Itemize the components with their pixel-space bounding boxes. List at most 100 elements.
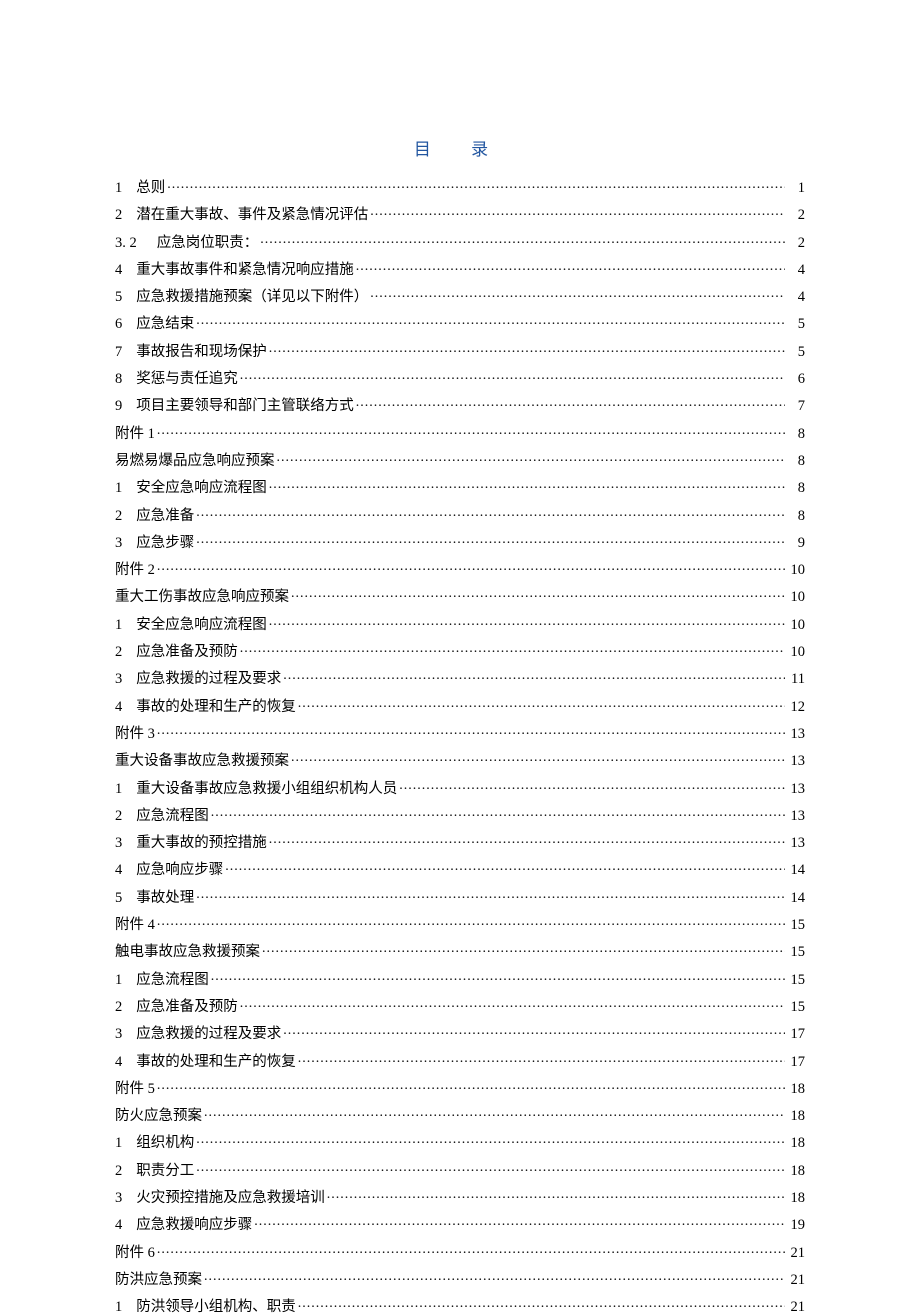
toc-entry-number: 2: [115, 809, 136, 824]
toc-entry-number: 4: [115, 863, 136, 878]
toc-entry: 重大工伤事故应急响应预案 10: [115, 587, 805, 605]
toc-entry-label: 火灾预控措施及应急救援培训: [136, 1191, 325, 1206]
toc-entry-label: 重大工伤事故应急响应预案: [115, 590, 289, 605]
toc-entry-label: 防洪应急预案: [115, 1273, 202, 1288]
toc-leader-dots: [291, 751, 785, 765]
toc-entry: 5事故处理14: [115, 888, 805, 906]
toc-entry: 1重大设备事故应急救援小组组织机构人员 13: [115, 779, 805, 797]
toc-entry: 附件 6 21: [115, 1243, 805, 1261]
toc-entry-page: 8: [787, 481, 805, 496]
toc-leader-dots: [196, 506, 785, 520]
toc-entry-page: 8: [787, 509, 805, 524]
toc-entry: 7事故报告和现场保护5: [115, 342, 805, 360]
toc-entry-page: 5: [787, 345, 805, 360]
toc-entry-label: 安全应急响应流程图: [136, 618, 267, 633]
toc-leader-dots: [225, 860, 785, 874]
toc-leader-dots: [211, 970, 785, 984]
toc-entry-label: 附件 6: [115, 1246, 155, 1261]
toc-leader-dots: [269, 833, 785, 847]
toc-entry-number: 4: [115, 700, 136, 715]
toc-entry: 3重大事故的预控措施13: [115, 833, 805, 851]
toc-entry-page: 21: [787, 1246, 805, 1261]
toc-entry-number: 6: [115, 317, 136, 332]
toc-entry: 1总则1: [115, 178, 805, 196]
toc-entry-number: 2: [115, 1000, 136, 1015]
toc-leader-dots: [204, 1270, 785, 1284]
toc-leader-dots: [157, 1243, 785, 1257]
toc-entry-label: 防火应急预案: [115, 1109, 202, 1124]
toc-entry-label: 应急流程图: [136, 973, 209, 988]
toc-leader-dots: [370, 287, 785, 301]
toc-entry: 3应急救援的过程及要求11: [115, 669, 805, 687]
toc-entry-page: 2: [787, 236, 805, 251]
toc-entry: 附件 313: [115, 724, 805, 742]
toc-leader-dots: [277, 451, 786, 465]
toc-entry-label: 职责分工: [136, 1164, 194, 1179]
toc-entry: 4应急响应步骤14: [115, 860, 805, 878]
toc-leader-dots: [157, 915, 785, 929]
toc-entry-page: 17: [787, 1027, 805, 1042]
toc-entry: 2应急准备8: [115, 506, 805, 524]
toc-leader-dots: [196, 314, 785, 328]
toc-entry-label: 重大设备事故应急救援小组组织机构人员: [136, 782, 397, 797]
toc-entry-label: 附件 5: [115, 1082, 155, 1097]
toc-entry-number: 3: [115, 1027, 136, 1042]
toc-entry: 重大设备事故应急救援预案13: [115, 751, 805, 769]
toc-entry-label: 应急响应步骤: [136, 863, 223, 878]
toc-leader-dots: [196, 1161, 785, 1175]
toc-entry-number: 1: [115, 481, 136, 496]
toc-entry-page: 13: [787, 754, 805, 769]
toc-entry-label: 安全应急响应流程图: [136, 481, 267, 496]
toc-entry-page: 10: [787, 563, 805, 578]
toc-entry: 1安全应急响应流程图10: [115, 615, 805, 633]
toc-entry-page: 13: [787, 782, 805, 797]
toc-leader-dots: [240, 642, 785, 656]
toc-entry: 2应急流程图13: [115, 806, 805, 824]
toc-leader-dots: [298, 1052, 785, 1066]
toc-entry-page: 5: [787, 317, 805, 332]
toc-entry: 8奖惩与责任追究6: [115, 369, 805, 387]
toc-entry: 3. 2应急岗位职责：2: [115, 233, 805, 251]
toc-entry-number: 1: [115, 782, 136, 797]
toc-entry-label: 应急准备及预防: [136, 645, 238, 660]
toc-leader-dots: [196, 533, 785, 547]
toc-entry-page: 15: [787, 1000, 805, 1015]
toc-entry-number: 5: [115, 290, 136, 305]
toc-entry-label: 应急结束: [136, 317, 194, 332]
toc-entry-page: 13: [787, 727, 805, 742]
toc-entry: 3应急救援的过程及要求17: [115, 1024, 805, 1042]
toc-entry-page: 9: [787, 536, 805, 551]
toc-entry-number: 2: [115, 645, 136, 660]
toc-entry-page: 6: [787, 372, 805, 387]
toc-entry-page: 11: [787, 672, 805, 687]
toc-entry-page: 2: [787, 208, 805, 223]
toc-leader-dots: [260, 233, 785, 247]
toc-entry: 1防洪领导小组机构、职责21: [115, 1297, 805, 1315]
toc-entry-number: 2: [115, 1164, 136, 1179]
toc-leader-dots: [157, 1079, 785, 1093]
toc-entry-page: 21: [787, 1300, 805, 1315]
toc-entry-label: 附件 1: [115, 427, 155, 442]
toc-leader-dots: [370, 205, 785, 219]
toc-entry: 2应急准备及预防10: [115, 642, 805, 660]
toc-leader-dots: [204, 1106, 785, 1120]
toc-entry-page: 10: [787, 590, 805, 605]
toc-entry-page: 19: [787, 1218, 805, 1233]
toc-entry-label: 奖惩与责任追究: [136, 372, 238, 387]
toc-entry-number: 5: [115, 891, 136, 906]
toc-leader-dots: [269, 342, 785, 356]
toc-entry-page: 18: [787, 1191, 805, 1206]
toc-entry-label: 防洪领导小组机构、职责: [136, 1300, 296, 1315]
toc-entry-label: 附件 2: [115, 563, 155, 578]
toc-leader-dots: [157, 424, 785, 438]
toc-entry-label: 事故的处理和生产的恢复: [136, 700, 296, 715]
toc-leader-dots: [283, 669, 785, 683]
toc-entry-label: 应急准备: [136, 509, 194, 524]
toc-entry: 附件 415: [115, 915, 805, 933]
toc-leader-dots: [291, 587, 785, 601]
toc-leader-dots: [269, 478, 785, 492]
toc-leader-dots: [211, 806, 785, 820]
toc-entry-number: 3. 2: [115, 236, 157, 251]
toc-entry-page: 4: [787, 290, 805, 305]
toc-entry: 9项目主要领导和部门主管联络方式7: [115, 396, 805, 414]
